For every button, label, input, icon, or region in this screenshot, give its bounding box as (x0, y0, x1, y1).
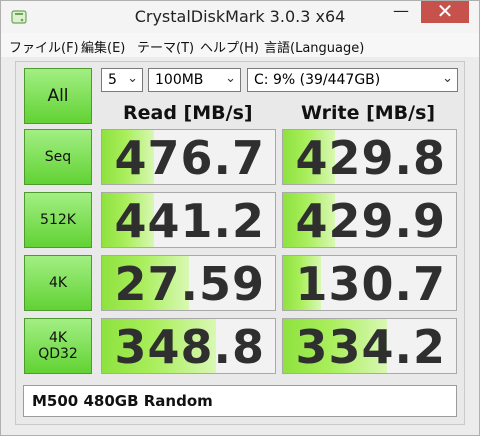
4k-write-value: 130.7 (295, 257, 446, 311)
4k-qd32-write-value: 334.2 (295, 320, 446, 374)
chevron-down-icon: ⌄ (442, 71, 453, 86)
app-window: CrystalDiskMark 3.0.3 x64 — ✕ ファイル(F) 編集… (0, 0, 480, 436)
4k-read-value: 27.59 (114, 257, 265, 311)
512k-read-value: 441.2 (114, 194, 265, 248)
4k-qd32-label-line2: QD32 (38, 346, 78, 362)
4k-qd32-read-box: 348.8 (101, 318, 276, 374)
seq-write-box: 429.8 (282, 129, 457, 185)
all-button[interactable]: All (24, 68, 92, 124)
4k-button[interactable]: 4K (24, 255, 92, 311)
4k-write-box: 130.7 (282, 255, 457, 311)
drive-value: C: 9% (39/447GB) (254, 72, 381, 88)
seq-label: Seq (44, 149, 72, 165)
512k-write-box: 429.9 (282, 192, 457, 248)
4k-label: 4K (48, 275, 68, 291)
chevron-down-icon: ⌄ (127, 71, 138, 86)
menu-edit[interactable]: 編集(E) (81, 37, 125, 56)
chevron-down-icon: ⌄ (225, 71, 236, 86)
comment-field[interactable]: M500 480GB Random (23, 385, 457, 417)
4k-qd32-button[interactable]: 4K QD32 (24, 318, 92, 374)
512k-button[interactable]: 512K (24, 192, 92, 248)
seq-write-value: 429.8 (295, 131, 446, 185)
comment-text: M500 480GB Random (32, 392, 213, 410)
read-header: Read [MB/s] (123, 102, 253, 124)
write-header: Write [MB/s] (301, 102, 436, 124)
size-value: 100MB (155, 72, 204, 88)
drive-select[interactable]: C: 9% (39/447GB) ⌄ (247, 68, 458, 92)
seq-read-value: 476.7 (114, 131, 265, 185)
runs-select[interactable]: 5 ⌄ (101, 68, 143, 92)
size-select[interactable]: 100MB ⌄ (148, 68, 241, 92)
close-button[interactable]: ✕ (421, 1, 469, 23)
menu-language[interactable]: 言語(Language) (264, 37, 364, 56)
512k-read-box: 441.2 (101, 192, 276, 248)
4k-qd32-write-box: 334.2 (282, 318, 457, 374)
runs-value: 5 (108, 72, 117, 88)
all-button-label: All (47, 86, 69, 106)
512k-write-value: 429.9 (295, 194, 446, 248)
menu-help[interactable]: ヘルプ(H) (200, 37, 259, 56)
minimize-button[interactable]: — (386, 1, 416, 23)
4k-read-box: 27.59 (101, 255, 276, 311)
4k-qd32-read-value: 348.8 (114, 320, 265, 374)
seq-read-box: 476.7 (101, 129, 276, 185)
menu-theme[interactable]: テーマ(T) (137, 37, 194, 56)
seq-button[interactable]: Seq (24, 129, 92, 185)
menu-bar: ファイル(F) 編集(E) テーマ(T) ヘルプ(H) 言語(Language) (1, 33, 479, 57)
menu-file[interactable]: ファイル(F) (9, 37, 79, 56)
512k-label: 512K (40, 212, 76, 228)
4k-qd32-label: 4K (48, 330, 68, 346)
title-bar: CrystalDiskMark 3.0.3 x64 — ✕ (1, 1, 479, 33)
